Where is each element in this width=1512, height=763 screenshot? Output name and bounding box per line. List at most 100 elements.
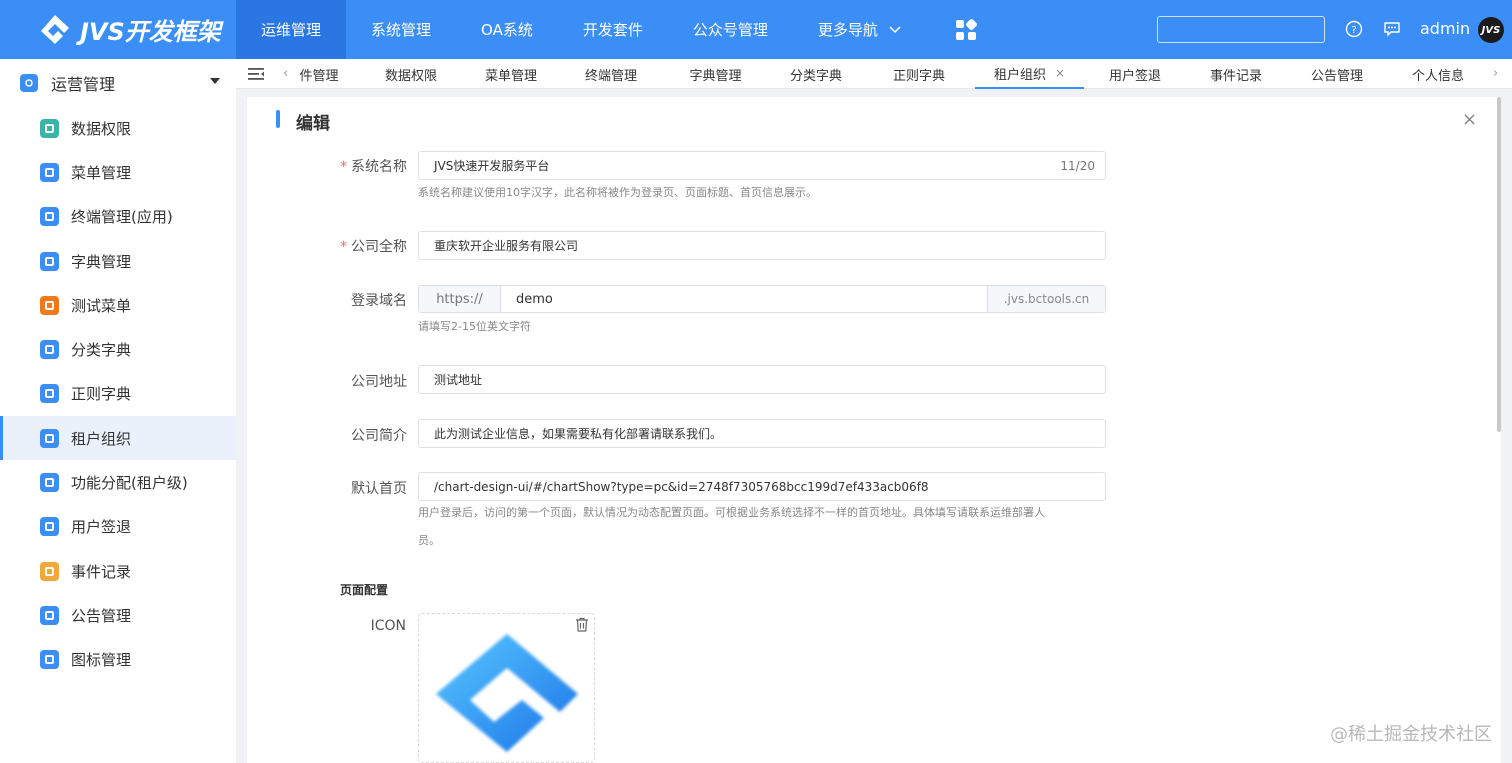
page-title: 编辑 bbox=[296, 114, 330, 134]
sidebar-group-ops[interactable]: 运营管理 bbox=[0, 59, 236, 106]
sidebar-item-label: 图标管理 bbox=[71, 651, 132, 670]
label-text: 公司全称 bbox=[351, 239, 407, 255]
domain-suffix: .jvs.bctools.cn bbox=[987, 286, 1105, 312]
avatar[interactable]: JVS bbox=[1478, 17, 1504, 43]
label-text: 公司地址 bbox=[351, 374, 407, 390]
tab[interactable]: 字典管理 bbox=[668, 59, 763, 89]
menu-item-icon bbox=[40, 251, 59, 271]
input-value: 测试地址 bbox=[434, 373, 483, 387]
sidebar-item-label: 功能分配(租户级) bbox=[71, 474, 188, 493]
trash-icon[interactable] bbox=[575, 617, 589, 632]
menu-item-icon bbox=[40, 207, 59, 227]
sidebar-item[interactable]: 数据权限 bbox=[0, 106, 236, 150]
tab[interactable]: 个人信息 bbox=[1388, 59, 1488, 89]
tab[interactable]: 数据权限 bbox=[366, 59, 456, 89]
user-name[interactable]: admin bbox=[1420, 19, 1470, 38]
tab[interactable]: 菜单管理 bbox=[466, 59, 556, 89]
topnav-ops[interactable]: 运维管理 bbox=[236, 0, 347, 59]
tab-label: 件管理 bbox=[299, 68, 339, 84]
topnav-system[interactable]: 系统管理 bbox=[346, 0, 456, 59]
home-url-input[interactable]: /chart-design-ui/#/chartShow?type=pc&id=… bbox=[418, 472, 1106, 501]
tab-label: 事件记录 bbox=[1209, 68, 1262, 84]
menu-item-icon bbox=[40, 561, 59, 581]
required-mark: * bbox=[340, 159, 347, 175]
menu-item-icon bbox=[40, 384, 59, 404]
tab[interactable]: 分类字典 bbox=[766, 59, 866, 89]
intro-input[interactable]: 此为测试企业信息，如果需要私有化部署请联系我们。 bbox=[418, 419, 1106, 448]
menu-fold-icon[interactable] bbox=[248, 68, 264, 80]
tab[interactable]: 事件记录 bbox=[1186, 59, 1286, 89]
sidebar-list: 数据权限菜单管理 终端管理(应用) 字典管理测试菜单分类字典 正则字典 租户组织功能分配… bbox=[0, 106, 236, 682]
topnav-more[interactable]: 更多导航 bbox=[793, 0, 927, 59]
help-icon[interactable]: ? bbox=[1345, 20, 1363, 38]
sidebar-item[interactable]: 事件记录 bbox=[0, 549, 236, 593]
topnav-label: 公众号管理 bbox=[692, 21, 768, 39]
apps-grid-icon[interactable] bbox=[955, 18, 977, 41]
sidebar-item[interactable]: 租户组织 bbox=[0, 416, 236, 461]
menu-item-icon bbox=[40, 650, 59, 670]
sidebar-item[interactable]: 图标管理 bbox=[0, 638, 236, 682]
chevron-down-icon bbox=[889, 25, 901, 33]
scrollbar[interactable] bbox=[1497, 97, 1501, 432]
tab[interactable]: 租户组织 × bbox=[975, 59, 1084, 89]
input-value: 重庆软开企业服务有限公司 bbox=[434, 239, 579, 253]
domain-label: 登录域名 bbox=[287, 290, 407, 310]
topnav-devkit[interactable]: 开发套件 bbox=[558, 0, 668, 59]
tab[interactable]: 件管理 bbox=[284, 59, 354, 89]
close-icon[interactable]: × bbox=[1462, 109, 1477, 130]
sidebar-item[interactable]: 分类字典 bbox=[0, 327, 236, 371]
sidebar-group-label: 运营管理 bbox=[51, 74, 116, 94]
topnav-label: OA系统 bbox=[481, 21, 533, 39]
sidebar-item-label: 公告管理 bbox=[71, 606, 132, 625]
tab-label: 终端管理 bbox=[584, 68, 637, 84]
sidebar-item[interactable]: 用户签退 bbox=[0, 505, 236, 549]
topnav-official-account[interactable]: 公众号管理 bbox=[668, 0, 793, 59]
jvs-logo-icon bbox=[41, 14, 69, 44]
sidebar-item-label: 数据权限 bbox=[71, 119, 132, 138]
watermark: @稀土掘金技术社区 bbox=[1330, 724, 1492, 745]
caret-down-icon[interactable] bbox=[210, 78, 220, 84]
label-text: 默认首页 bbox=[351, 481, 407, 497]
tab[interactable]: 正则字典 bbox=[869, 59, 969, 89]
address-label: 公司地址 bbox=[287, 371, 407, 391]
sidebar-item-label: 测试菜单 bbox=[71, 296, 132, 315]
menu-item-icon bbox=[40, 295, 59, 315]
tab-scroll-right-icon[interactable]: › bbox=[1493, 66, 1498, 81]
menu-item-icon bbox=[40, 428, 59, 448]
sidebar-item[interactable]: 测试菜单 bbox=[0, 283, 236, 327]
sidebar-item[interactable]: 公告管理 bbox=[0, 593, 236, 637]
system-name-label: * 系统名称 bbox=[287, 156, 407, 176]
search-input[interactable] bbox=[1157, 16, 1325, 43]
sidebar-item[interactable]: 菜单管理 bbox=[0, 150, 236, 194]
message-icon[interactable] bbox=[1383, 20, 1401, 38]
sidebar-item-label: 用户签退 bbox=[71, 518, 132, 537]
brand-name: JVS开发框架 bbox=[80, 18, 221, 46]
home-hint-line2: 员。 bbox=[418, 534, 440, 547]
settings-icon bbox=[20, 73, 38, 92]
address-input[interactable]: 测试地址 bbox=[418, 365, 1106, 394]
topnav-label: 开发套件 bbox=[582, 21, 643, 39]
domain-prefix: https:// bbox=[419, 286, 501, 312]
topnav-oa[interactable]: OA系统 bbox=[456, 0, 558, 59]
system-name-input[interactable]: JVS快速开发服务平台 11/20 bbox=[418, 151, 1106, 180]
top-navbar: JVS开发框架 运维管理 系统管理 OA系统 开发套件 公众号管理 更多导航 ?… bbox=[0, 0, 1512, 59]
tab-close-icon[interactable]: × bbox=[1055, 66, 1065, 80]
sidebar-item[interactable]: 终端管理(应用) bbox=[0, 195, 236, 239]
tab[interactable]: 公告管理 bbox=[1287, 59, 1387, 89]
page-config-label: 页面配置 bbox=[340, 583, 389, 597]
domain-input[interactable]: demo bbox=[501, 286, 987, 312]
company-name-input[interactable]: 重庆软开企业服务有限公司 bbox=[418, 231, 1106, 260]
domain-input-group: https:// demo .jvs.bctools.cn bbox=[418, 285, 1106, 313]
input-value: 此为测试企业信息，如果需要私有化部署请联系我们。 bbox=[434, 427, 723, 441]
sidebar-item[interactable]: 功能分配(租户级) bbox=[0, 460, 236, 504]
label-text: 公司简介 bbox=[351, 428, 407, 444]
tab[interactable]: 终端管理 bbox=[566, 59, 656, 89]
menu-item-icon bbox=[40, 517, 59, 537]
jvs-logo-image bbox=[436, 634, 578, 752]
sidebar-item[interactable]: 正则字典 bbox=[0, 372, 236, 416]
sidebar-item[interactable]: 字典管理 bbox=[0, 239, 236, 283]
tab[interactable]: 用户签退 bbox=[1085, 59, 1185, 89]
top-nav: 运维管理 系统管理 OA系统 开发套件 公众号管理 更多导航 bbox=[236, 0, 977, 59]
tab-label: 分类字典 bbox=[789, 68, 842, 84]
brand-logo[interactable]: JVS开发框架 bbox=[0, 0, 236, 59]
